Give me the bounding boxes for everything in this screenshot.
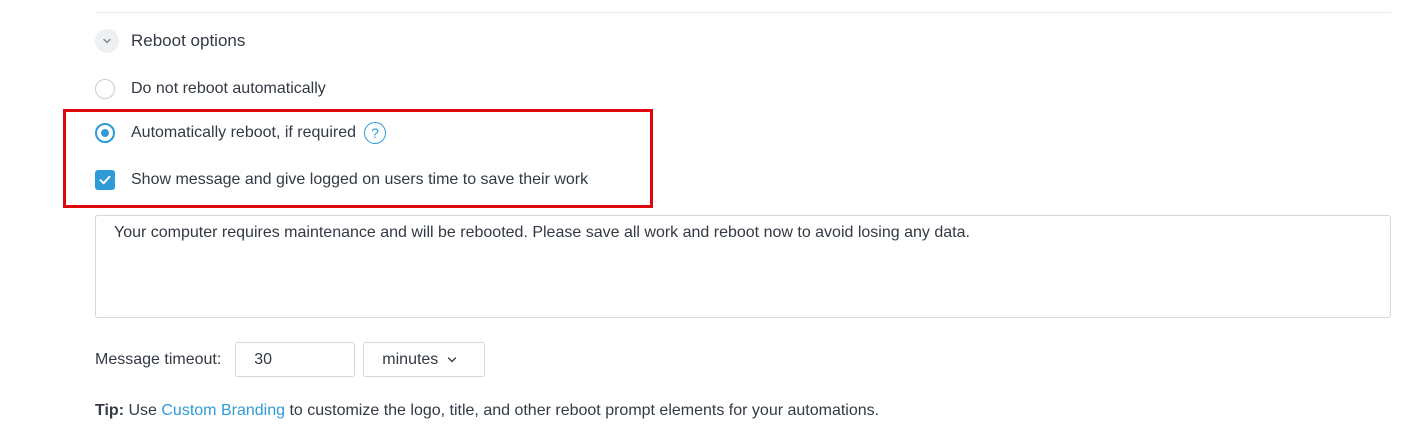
reboot-message-textarea[interactable]: Your computer requires maintenance and w… bbox=[95, 215, 1391, 318]
timeout-unit-value: minutes bbox=[382, 350, 439, 368]
show-message-checkbox[interactable] bbox=[95, 170, 115, 190]
custom-branding-link[interactable]: Custom Branding bbox=[161, 402, 285, 419]
option-show-message-label: Show message and give logged on users ti… bbox=[131, 171, 589, 188]
timeout-unit-select[interactable]: minutes bbox=[363, 342, 486, 377]
chevron-down-icon[interactable] bbox=[95, 29, 119, 53]
tip-after-link: to customize the logo, title, and other … bbox=[285, 402, 880, 419]
radio-no-reboot[interactable] bbox=[95, 79, 115, 99]
tip-prefix: Tip: bbox=[95, 402, 125, 419]
option-auto-reboot-label: Automatically reboot, if required bbox=[131, 124, 356, 141]
tip-before-link: Use bbox=[124, 402, 162, 419]
reboot-options-header: Reboot options bbox=[95, 26, 245, 56]
section-title: Reboot options bbox=[131, 31, 246, 50]
option-auto-reboot[interactable]: Automatically reboot, if required ? bbox=[95, 121, 386, 145]
message-timeout-input[interactable] bbox=[235, 342, 356, 377]
radio-dot bbox=[101, 129, 109, 137]
option-no-reboot[interactable]: Do not reboot automatically bbox=[95, 78, 326, 100]
top-divider bbox=[95, 12, 1391, 13]
message-timeout-label: Message timeout: bbox=[95, 350, 222, 368]
help-icon[interactable]: ? bbox=[364, 122, 386, 144]
option-show-message[interactable]: Show message and give logged on users ti… bbox=[95, 169, 588, 191]
option-no-reboot-label: Do not reboot automatically bbox=[131, 80, 326, 97]
checkmark-icon bbox=[99, 175, 111, 185]
message-timeout-row: Message timeout: minutes bbox=[95, 342, 486, 377]
tip-text: Tip: Use Custom Branding to customize th… bbox=[95, 402, 879, 420]
radio-auto-reboot[interactable] bbox=[95, 123, 115, 143]
chevron-down-icon bbox=[446, 354, 458, 366]
